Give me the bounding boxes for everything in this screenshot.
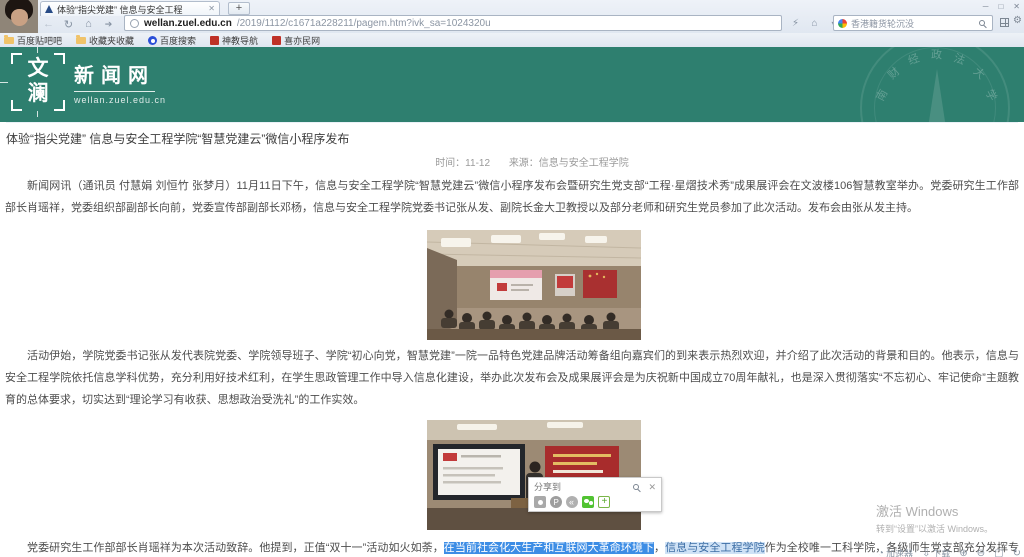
bookmarks-bar: 百度贴吧吧 收藏夹收藏 百度搜索 神教导航 喜亦民网 bbox=[0, 33, 1024, 47]
browser-tab[interactable]: 体验“指尖党建” 信息与安全工程 ✕ bbox=[40, 1, 220, 16]
tab-close-icon[interactable]: ✕ bbox=[208, 5, 215, 13]
university-seal-watermark: 南 财 经 政 法 大 学 bbox=[860, 47, 1010, 122]
close-icon[interactable]: ✕ bbox=[648, 483, 656, 491]
user-avatar[interactable] bbox=[0, 0, 38, 34]
apps-grid-icon[interactable] bbox=[1000, 18, 1009, 27]
page-title: 体验“指尖党建” 信息与安全工程学院“智慧党建云”微信小程序发布 bbox=[6, 122, 1018, 147]
selected-text: 在当前社会化大生产和互联网大革命环境下 bbox=[444, 542, 654, 554]
folder-icon bbox=[4, 37, 14, 44]
folder-icon bbox=[76, 37, 86, 44]
bookmark-item[interactable]: 喜亦民网 bbox=[272, 34, 320, 47]
site-url: wellan.zuel.edu.cn bbox=[74, 95, 166, 105]
url-path: /2019/1112/c1671a228211/pagem.htm?ivk_sa… bbox=[237, 18, 776, 29]
weibo-icon[interactable] bbox=[534, 496, 546, 508]
url-domain: wellan.zuel.edu.cn bbox=[144, 18, 232, 29]
window-controls: ─ □ ✕ bbox=[983, 2, 1020, 11]
search-engine-icon[interactable] bbox=[838, 19, 847, 28]
close-button[interactable]: ✕ bbox=[1013, 2, 1020, 11]
browser-chrome: 体验“指尖党建” 信息与安全工程 ✕ + ─ □ ✕ wellan.zuel.e… bbox=[0, 0, 1024, 47]
bookmark-item[interactable]: 收藏夹收藏 bbox=[76, 34, 134, 47]
logo-tick bbox=[37, 47, 38, 53]
logo-tick bbox=[37, 111, 38, 117]
share-popup-header: 分享到 ✕ bbox=[529, 478, 661, 493]
paragraph-2: 活动伊始，学院党委书记张从发代表院党委、学院领导班子、学院“初心向党，智慧党建”… bbox=[5, 345, 1019, 411]
selected-text-pale: 信息与安全工程学院 bbox=[665, 542, 765, 554]
homepage-icon[interactable] bbox=[808, 18, 821, 29]
paragraph-3: 党委研究生工作部部长肖瑶祥为本次活动致辞。他提到，正值“双十一”活动如火如荼，在… bbox=[5, 537, 1019, 557]
search-input[interactable]: 香港籍货轮沉没 bbox=[833, 15, 993, 31]
maximize-button[interactable]: □ bbox=[998, 2, 1003, 11]
nav-site-icon bbox=[272, 36, 281, 45]
bookmark-item[interactable]: 百度搜索 bbox=[148, 34, 196, 47]
wechat-icon[interactable] bbox=[582, 496, 594, 508]
paragraph-1: 新闻网讯（通讯员 付慧娟 刘恒竹 张梦月）11月11日下午，信息与安全工程学院“… bbox=[5, 175, 1019, 219]
accelerator-label: 加速器 bbox=[886, 547, 913, 557]
logo-corner bbox=[11, 53, 22, 64]
download-icon: ⇩ bbox=[922, 548, 930, 557]
bookmark-label: 神教导航 bbox=[222, 34, 258, 47]
site-logo[interactable]: 文 澜 新闻网 wellan.zuel.edu.cn bbox=[14, 56, 166, 108]
article-meta: 时间：11-12 来源：信息与安全工程学院 bbox=[20, 154, 1024, 169]
article-photo-classroom bbox=[427, 230, 641, 340]
more-share-icon[interactable] bbox=[598, 496, 610, 508]
image-toolbar: ◔ 加速器 ⇩ 下载 ⊕ ⊖ ▢ ↻ bbox=[878, 547, 1021, 557]
logo-corner bbox=[54, 53, 65, 64]
zoom-out-icon[interactable]: ⊖ bbox=[977, 548, 985, 557]
bookmark-label: 百度搜索 bbox=[160, 34, 196, 47]
zoom-in-icon[interactable]: ⊕ bbox=[959, 548, 967, 557]
gear-icon[interactable] bbox=[1013, 15, 1022, 26]
share-popup: 分享到 ✕ bbox=[528, 477, 662, 512]
download-label: 下载 bbox=[932, 547, 950, 557]
search-query: 香港籍货轮沉没 bbox=[851, 17, 975, 30]
site-header: 文 澜 新闻网 wellan.zuel.edu.cn 南 财 经 政 法 大 学 bbox=[0, 47, 1024, 122]
nav-toolbar bbox=[42, 16, 135, 32]
fit-window-icon[interactable]: ▢ bbox=[994, 548, 1003, 557]
refresh-icon[interactable] bbox=[62, 18, 75, 31]
nav-site-icon bbox=[210, 36, 219, 45]
home-icon[interactable] bbox=[82, 18, 95, 30]
site-title-block: 新闻网 wellan.zuel.edu.cn bbox=[74, 59, 166, 105]
share-icons-row bbox=[529, 493, 661, 508]
back-icon[interactable] bbox=[42, 18, 55, 30]
bookmark-item[interactable]: 神教导航 bbox=[210, 34, 258, 47]
site-name: 新闻网 bbox=[74, 59, 155, 92]
site-favicon-icon bbox=[45, 5, 53, 13]
seal-monument bbox=[926, 69, 948, 122]
bookmark-label: 喜亦民网 bbox=[284, 34, 320, 47]
bookmark-item[interactable]: 百度贴吧吧 bbox=[4, 34, 62, 47]
poco-icon[interactable] bbox=[550, 496, 562, 508]
accelerator-icon: ◔ bbox=[878, 548, 884, 557]
share-label: 分享到 bbox=[534, 480, 627, 493]
paragraph-3-text: ， bbox=[654, 542, 665, 554]
baidu-icon bbox=[148, 36, 157, 45]
logo-corner bbox=[11, 100, 22, 111]
article-photo-presentation bbox=[427, 420, 641, 530]
site-identity-icon[interactable] bbox=[130, 19, 139, 28]
logo-corner bbox=[54, 100, 65, 111]
share-page-icon[interactable] bbox=[102, 18, 115, 30]
wenlan-logo-mark: 文 澜 bbox=[14, 56, 62, 108]
meta-time: 时间：11-12 bbox=[435, 158, 490, 169]
bookmark-label: 百度贴吧吧 bbox=[17, 34, 62, 47]
new-tab-button[interactable]: + bbox=[228, 2, 250, 15]
logo-tick bbox=[0, 82, 8, 83]
address-bar[interactable]: wellan.zuel.edu.cn /2019/1112/c1671a2282… bbox=[124, 15, 782, 31]
renren-icon[interactable] bbox=[566, 496, 578, 508]
minimize-button[interactable]: ─ bbox=[983, 2, 989, 11]
search-icon[interactable] bbox=[979, 20, 985, 26]
accelerator-button[interactable]: ◔ 加速器 bbox=[878, 547, 913, 557]
download-button[interactable]: ⇩ 下载 bbox=[922, 547, 950, 557]
share-search-icon[interactable] bbox=[633, 484, 639, 490]
paragraph-3-text: 党委研究生工作部部长肖瑶祥为本次活动致辞。他提到，正值“双十一”活动如火如荼， bbox=[27, 542, 444, 554]
article: 体验“指尖党建” 信息与安全工程学院“智慧党建云”微信小程序发布 时间：11-1… bbox=[0, 122, 1024, 557]
bookmark-label: 收藏夹收藏 bbox=[89, 34, 134, 47]
quick-access-icon[interactable] bbox=[789, 18, 802, 29]
rotate-icon[interactable]: ↻ bbox=[1013, 548, 1021, 557]
meta-source: 来源：信息与安全工程学院 bbox=[509, 158, 629, 169]
tab-title: 体验“指尖党建” 信息与安全工程 bbox=[57, 3, 204, 16]
